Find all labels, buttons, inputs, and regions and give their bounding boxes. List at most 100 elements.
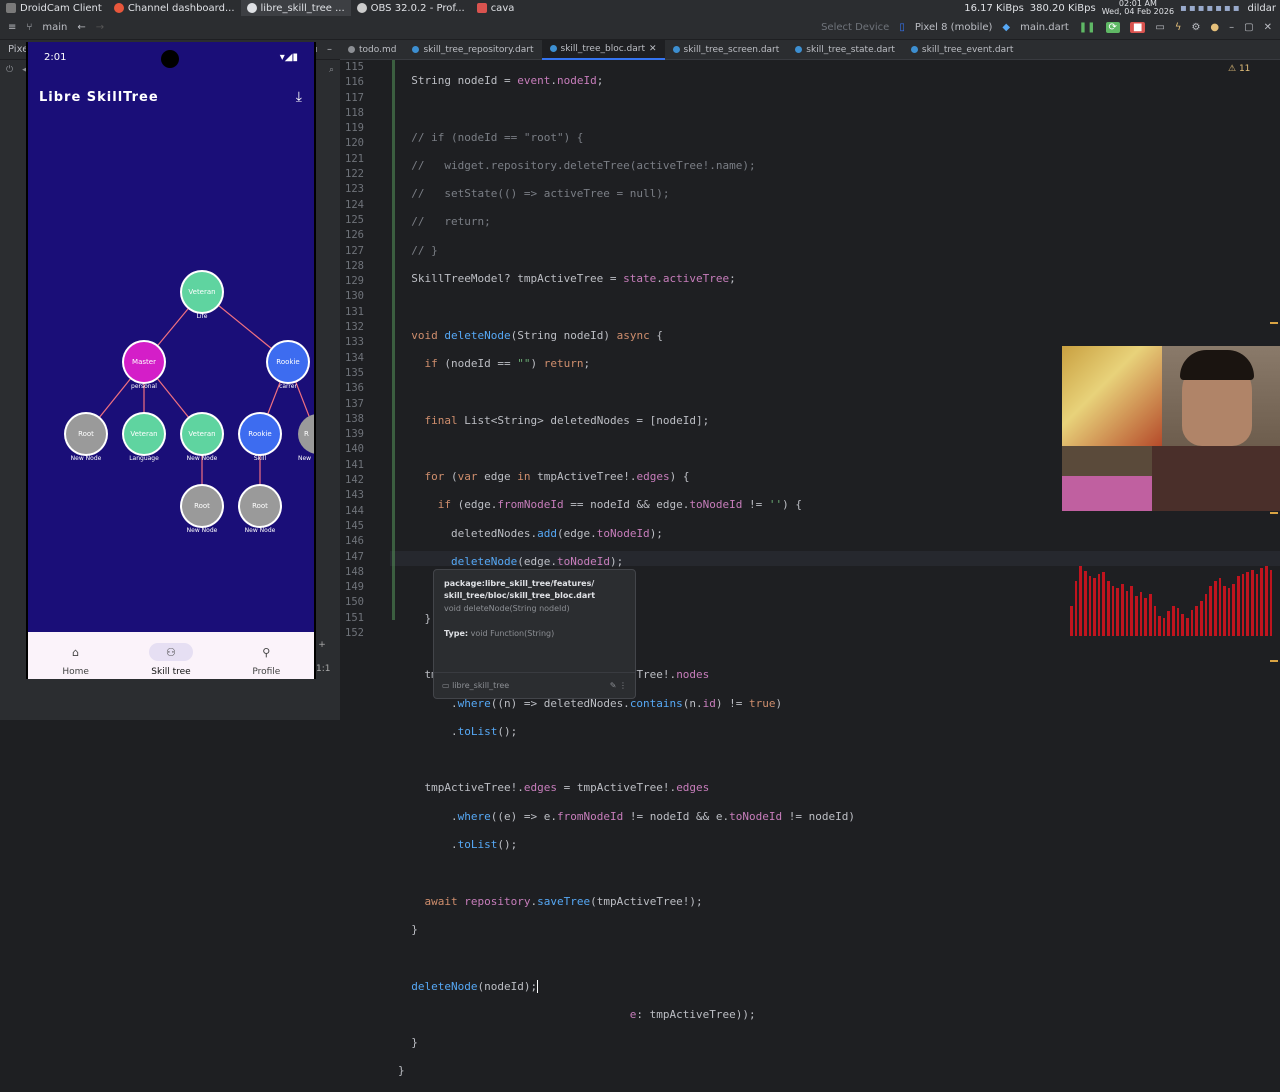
tab-repository[interactable]: skill_tree_repository.dart [404,40,541,60]
nav-skill-tree[interactable]: ⚇ Skill tree [136,643,206,677]
tab-todo[interactable]: todo.md [340,40,404,60]
user-name[interactable]: dildar [1248,3,1277,14]
tray-icons[interactable]: ▪▪▪▪▪▪▪ [1180,3,1241,14]
skill-node[interactable]: Rookie Skill [240,414,280,462]
line-number: 147 [345,550,364,563]
minimize-icon[interactable]: – [1229,22,1234,33]
line-number: 140 [345,443,364,456]
skill-node[interactable]: R New [298,414,314,462]
back-icon[interactable]: ← [77,22,85,33]
clock[interactable]: 02:01 AM Wed, 04 Feb 2026 [1102,0,1174,16]
nav-profile[interactable]: ⚲ Profile [231,643,301,678]
shirt [1152,446,1280,511]
phone-emulator[interactable]: 2:01 ▾◢▮ Libre SkillTree ⤓ Veteran Life M… [26,42,316,679]
code-line: void deleteNode(String nodeId) async { [411,328,663,342]
audio-bar [1088,576,1092,636]
skill-tree-icon: ⚇ [148,643,193,661]
poster-image [1062,346,1162,446]
line-number: 144 [345,504,364,517]
line-number: 139 [345,428,364,441]
hide-panel-icon[interactable]: – [327,44,332,55]
skill-node[interactable]: Root New Node [182,486,222,534]
pause-icon[interactable]: ❚❚ [1079,22,1096,33]
code-line: tmpActiveTree!.edges = tmpActiveTree!.ed… [398,781,710,795]
flutter-icon: ◆ [1002,22,1011,33]
flash-icon[interactable]: ϟ [1175,22,1182,33]
maximize-icon[interactable]: ▢ [1244,22,1253,33]
more-icon[interactable]: ⋮ [619,681,627,690]
devices-icon[interactable]: ▭ [1155,22,1164,33]
scroll-gutter[interactable] [1268,60,1280,720]
scroll-marker [1270,512,1278,514]
line-number: 122 [345,168,364,181]
audio-bar [1250,570,1254,636]
device-selector[interactable]: Select Device [821,22,889,33]
audio-bar [1107,581,1110,636]
audio-bar [1232,584,1236,636]
quick-doc-popup[interactable]: package:libre_skill_tree/features/ skill… [433,569,636,699]
menu-icon[interactable]: ≡ [8,22,16,33]
zoom-in-icon[interactable]: + [316,640,328,650]
nav-home[interactable]: ⌂ Home [41,643,111,678]
app-screen[interactable]: 2:01 ▾◢▮ Libre SkillTree ⤓ Veteran Life M… [28,42,314,632]
audio-bar [1255,574,1259,636]
tab-state[interactable]: skill_tree_state.dart [787,40,903,60]
audio-bar [1116,588,1120,636]
scroll-marker [1270,322,1278,324]
audio-bar [1093,578,1096,636]
line-number: 129 [345,275,364,288]
close-tab-icon[interactable]: ✕ [649,44,657,54]
audio-bar [1162,618,1166,636]
branch-icon: ⑂ [26,22,33,33]
skill-node[interactable]: Root New Node [240,486,280,534]
audio-visualizer [1070,566,1273,636]
skill-node[interactable]: Veteran Language [124,414,164,462]
taskbar-app-firefox[interactable]: Channel dashboard... [108,0,241,16]
zoom-reset[interactable]: 1:1 [316,664,330,674]
skill-node[interactable]: Root New Node [66,414,106,462]
taskbar-app-cava[interactable]: cava [471,0,521,16]
line-number: 132 [345,321,364,334]
line-number: 130 [345,290,364,303]
branch-selector[interactable]: main [42,22,67,33]
skill-node[interactable]: Rookie carrer [268,342,308,390]
code-line: } [398,1064,405,1078]
skill-node[interactable]: Master personal [124,342,164,390]
audio-bar [1148,594,1152,636]
tab-event[interactable]: skill_tree_event.dart [903,40,1021,60]
avatar[interactable]: ● [1210,22,1219,33]
run-device-selector[interactable]: Pixel 8 (mobile) [915,22,993,33]
hot-reload-button[interactable]: ⟳ [1105,22,1120,33]
audio-bar [1083,571,1087,636]
line-number: 120 [345,137,364,150]
zoom-icon[interactable]: ⌕ [329,65,334,75]
tab-screen[interactable]: skill_tree_screen.dart [665,40,788,60]
dart-icon [910,46,918,53]
run-config-selector[interactable]: main.dart [1020,22,1069,33]
forward-icon[interactable]: → [96,22,104,33]
chrome-icon [246,3,257,13]
ide-toolbar: ≡ ⑂ main ← → Select Device ▯ Pixel 8 (mo… [0,16,1280,40]
module-label[interactable]: ▭ libre_skill_tree [442,681,509,690]
taskbar-app-obs[interactable]: OBS 32.0.2 - Prof... [351,0,471,16]
firefox-icon [113,3,124,13]
taskbar-app-ide[interactable]: libre_skill_tree ... [240,0,351,16]
tab-bloc[interactable]: skill_tree_bloc.dart ✕ [541,39,665,60]
line-number-gutter: 115 116 117 118 119 120 121 122 123 124 125 126 127 1… [340,60,390,720]
line-number: 152 [345,626,364,639]
code-line: // return; [398,215,491,229]
code-line: // setState(() => activeTree = null); [398,187,670,201]
skill-node[interactable]: Veteran Life [182,272,222,320]
home-icon: ⌂ [72,645,80,659]
settings-icon[interactable]: ⚙ [1191,22,1200,33]
skill-tree-edges [85,291,314,506]
profile-icon: ⚲ [262,645,271,659]
skill-node[interactable]: Veteran New Node [182,414,222,462]
edit-icon[interactable]: ✎ [610,681,617,690]
taskbar-app-droidcam[interactable]: DroidCam Client [0,0,108,16]
stop-button[interactable]: ■ [1129,22,1146,33]
line-number: 145 [345,519,364,532]
hair [1180,350,1254,380]
close-icon[interactable]: ✕ [1264,22,1272,33]
power-icon[interactable]: ⏻ [6,65,13,75]
